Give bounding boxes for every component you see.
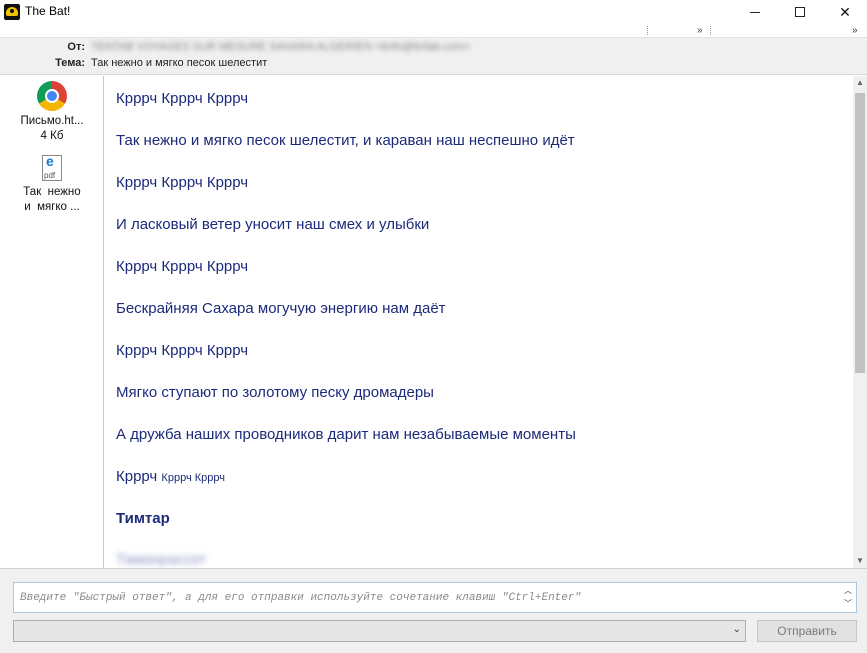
- message-body[interactable]: Крррч Крррч Крррч Так нежно и мягко песо…: [105, 76, 853, 568]
- body-line: Крррч Крррч Крррч: [116, 258, 249, 275]
- body-line-large: Крррч: [116, 468, 158, 485]
- body-scrollbar[interactable]: ▲ ▼: [853, 76, 867, 568]
- minimize-icon: [750, 11, 760, 13]
- send-button[interactable]: Отправить: [757, 620, 857, 642]
- toolbar-separator: [710, 26, 711, 35]
- scroll-up-icon[interactable]: ▲: [853, 76, 867, 90]
- toolbar-overflow-icon[interactable]: »: [852, 25, 857, 36]
- maximize-button[interactable]: [778, 0, 822, 24]
- from-row: От: TENTAB VOYAGES SUR MESURE SAHARA ALG…: [0, 40, 867, 56]
- body-line: Бескрайняя Сахара могучую энергию нам да…: [116, 300, 446, 317]
- message-header: От: TENTAB VOYAGES SUR MESURE SAHARA ALG…: [0, 38, 867, 75]
- signature-location: Таманрассет: [116, 551, 207, 568]
- subject-value: Так нежно и мягко песок шелестит: [91, 57, 268, 69]
- title-bar: The Bat! ✕: [0, 0, 867, 24]
- attachment-name-line1: Так нежно: [23, 186, 81, 198]
- attachment-pdf[interactable]: e pdf Так нежно и мягко ...: [0, 154, 104, 215]
- from-label: От:: [67, 41, 85, 53]
- body-line: Крррч Крррч Крррч: [116, 342, 249, 359]
- attachment-name-line2: и мягко ...: [24, 201, 80, 213]
- body-line-mixed: Крррч Крррч Крррч: [116, 468, 225, 485]
- quick-reply-box: ︿ ﹀: [13, 582, 857, 613]
- body-line: А дружба наших проводников дарит нам нез…: [116, 426, 576, 443]
- close-button[interactable]: ✕: [823, 0, 867, 24]
- chevron-down-icon: ⌄: [732, 624, 741, 635]
- maximize-icon: [795, 7, 805, 17]
- body-line: И ласковый ветер уносит наш смех и улыбк…: [116, 216, 430, 233]
- attachment-html[interactable]: Письмо.ht... 4 Кб: [0, 81, 104, 144]
- attachment-name: Письмо.ht...: [20, 115, 84, 127]
- close-icon: ✕: [839, 3, 851, 20]
- body-line: Мягко ступают по золотому песку дромадер…: [116, 384, 434, 401]
- reply-area: ︿ ﹀ ⌄ Отправить: [0, 568, 867, 653]
- scroll-down-icon[interactable]: ▼: [853, 554, 867, 568]
- subject-label: Тема:: [55, 57, 85, 69]
- toolbar-separator: [647, 26, 648, 35]
- scroll-thumb[interactable]: [855, 93, 865, 373]
- quick-reply-input[interactable]: [14, 583, 840, 612]
- window-title: The Bat!: [25, 4, 71, 18]
- from-value[interactable]: TENTAB VOYAGES SUR MESURE SAHARA ALGERIE…: [91, 41, 470, 53]
- body-line: Так нежно и мягко песок шелестит, и кара…: [116, 132, 575, 149]
- signature: Тимтар: [116, 510, 170, 527]
- attachments-pane: Письмо.ht... 4 Кб e pdf Так нежно и мягко…: [0, 76, 104, 568]
- subject-row: Тема: Так нежно и мягко песок шелестит: [0, 56, 867, 72]
- body-line: Крррч Крррч Крррч: [116, 90, 249, 107]
- quick-reply-spinner[interactable]: ︿ ﹀: [841, 584, 855, 611]
- body-line: Крррч Крррч Крррч: [116, 174, 249, 191]
- chevron-down-icon[interactable]: ﹀: [841, 597, 855, 610]
- chrome-icon: [37, 81, 67, 111]
- pdf-icon: e pdf: [42, 154, 62, 181]
- chevron-up-icon[interactable]: ︿: [841, 584, 855, 597]
- minimize-button[interactable]: [733, 0, 777, 24]
- the-bat-app-icon: [4, 4, 20, 20]
- body-line-small: Крррч Крррч: [161, 472, 225, 484]
- template-select[interactable]: ⌄: [13, 620, 746, 642]
- toolbar-overflow-icon[interactable]: »: [697, 25, 702, 36]
- attachment-size: 4 Кб: [40, 130, 64, 142]
- toolbar-strip: » »: [0, 24, 867, 38]
